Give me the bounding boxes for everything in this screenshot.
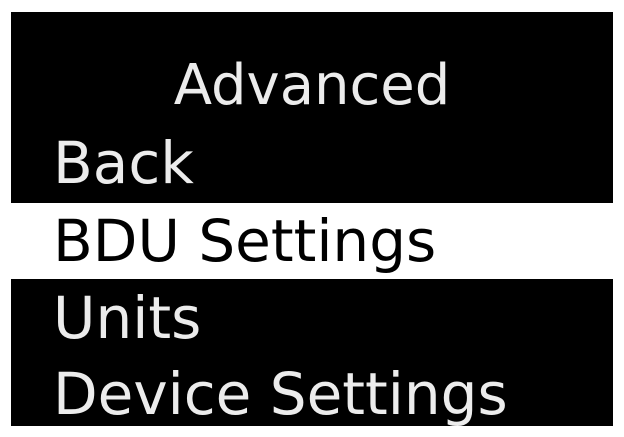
menu-item-back[interactable]: Back	[11, 125, 613, 201]
menu-item-label: Device Settings	[53, 360, 508, 426]
menu-item-units[interactable]: Units	[11, 280, 613, 356]
menu-item-label: Back	[53, 129, 194, 197]
menu-item-device-settings[interactable]: Device Settings	[11, 356, 613, 426]
device-screen: Advanced Back BDU Settings Units Device …	[11, 12, 613, 426]
menu-item-label: Units	[53, 284, 202, 352]
menu-item-bdu-settings[interactable]: BDU Settings	[11, 203, 613, 279]
menu-item-label: BDU Settings	[53, 207, 437, 275]
advanced-menu: Back BDU Settings Units Device Settings	[11, 12, 613, 426]
